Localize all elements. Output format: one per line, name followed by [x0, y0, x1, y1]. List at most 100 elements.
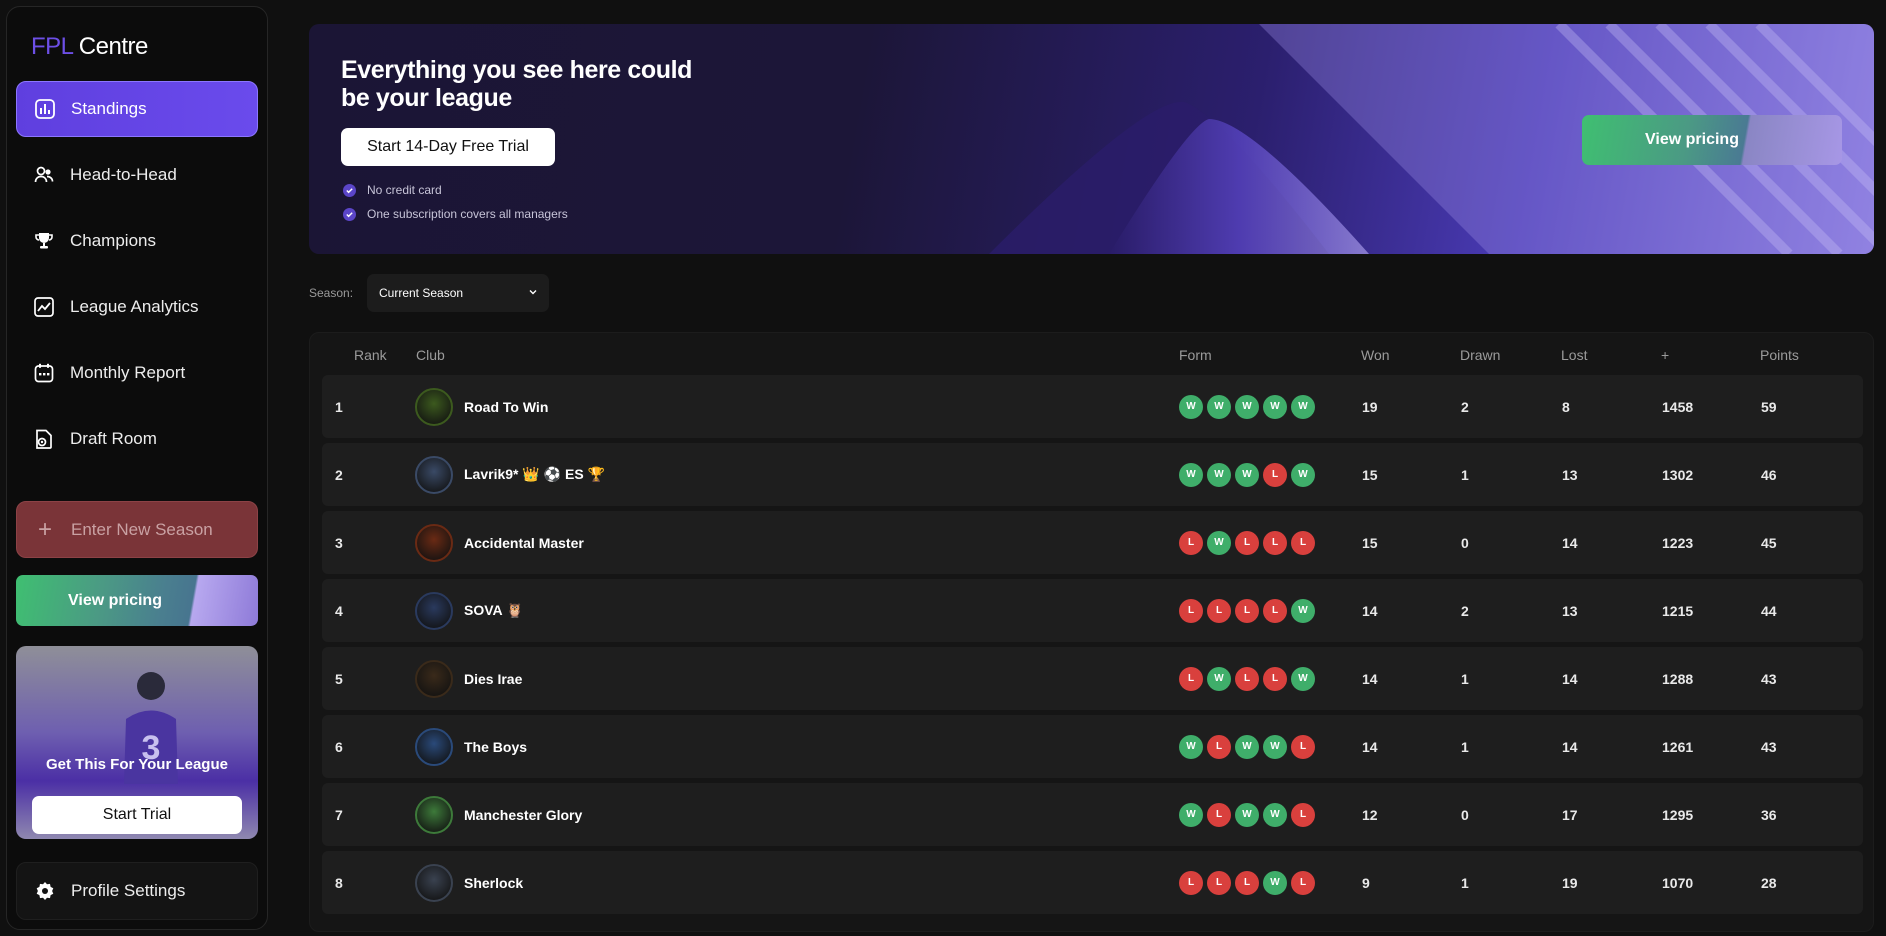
club-name: Manchester Glory: [464, 806, 583, 823]
sidebar-item-label: Standings: [71, 99, 147, 118]
header-plus[interactable]: +: [1661, 347, 1669, 363]
won-cell: 9: [1362, 874, 1370, 891]
header-form[interactable]: Form: [1179, 347, 1212, 363]
promo-card: 3 Get This For Your League Start Trial: [16, 646, 258, 839]
table-row[interactable]: 6 The Boys W L W W L 14 1 14 1261 43: [322, 715, 1863, 778]
enter-new-season-button[interactable]: + Enter New Season: [16, 501, 258, 558]
form-cell: WLWWL: [1179, 802, 1315, 827]
sidebar-item-league-analytics[interactable]: League Analytics: [16, 279, 258, 335]
season-select[interactable]: Current Season: [367, 274, 549, 312]
rank-cell: 8: [335, 874, 343, 891]
plus-cell: 1070: [1662, 874, 1694, 891]
form-win-badge: W: [1207, 394, 1231, 419]
sidebar-item-standings[interactable]: Standings: [16, 81, 258, 137]
sidebar-item-label: League Analytics: [70, 297, 199, 316]
profile-settings-button[interactable]: Profile Settings: [16, 862, 258, 920]
plus-icon: +: [37, 515, 52, 543]
season-select-value: Current Season: [379, 286, 464, 300]
form-cell: LLLWL: [1179, 870, 1315, 895]
header-points[interactable]: Points: [1760, 347, 1799, 363]
form-win-badge: W: [1263, 394, 1287, 419]
club-cell[interactable]: Road To Win: [415, 387, 549, 426]
sidebar: FPL Centre Standings Head-to-Head Champi…: [6, 6, 268, 930]
points-cell: 36: [1761, 806, 1777, 823]
form-win-badge: W: [1291, 598, 1315, 623]
points-cell: 59: [1761, 398, 1777, 415]
sidebar-item-draft-room[interactable]: Draft Room: [16, 411, 258, 467]
plus-cell: 1302: [1662, 466, 1694, 483]
table-row[interactable]: 5 Dies Irae L W L L W 14 1 14 1288 43: [322, 647, 1863, 710]
form-loss-badge: L: [1263, 462, 1287, 487]
form-cell: WLWWL: [1179, 734, 1315, 759]
users-icon: [34, 165, 54, 185]
club-badge-icon: [415, 455, 453, 494]
club-cell[interactable]: SOVA 🦉: [415, 591, 523, 630]
points-cell: 46: [1761, 466, 1777, 483]
form-win-badge: W: [1263, 802, 1287, 827]
sidebar-item-head-to-head[interactable]: Head-to-Head: [16, 147, 258, 203]
header-club[interactable]: Club: [416, 347, 445, 363]
sidebar-item-label: Draft Room: [70, 429, 157, 448]
hero-banner: Everything you see here could be your le…: [309, 24, 1874, 254]
club-name: Road To Win: [464, 398, 549, 415]
form-loss-badge: L: [1207, 802, 1231, 827]
form-win-badge: W: [1207, 666, 1231, 691]
promo-title: Get This For Your League: [46, 756, 228, 773]
plus-cell: 1458: [1662, 398, 1694, 415]
won-cell: 14: [1362, 670, 1378, 687]
plus-cell: 1215: [1662, 602, 1694, 619]
hero-bullet: One subscription covers all managers: [343, 207, 568, 221]
table-row[interactable]: 1 Road To Win W W W W W 19 2 8 1458 59: [322, 375, 1863, 438]
form-loss-badge: L: [1207, 870, 1231, 895]
club-cell[interactable]: Lavrik9* 👑 ⚽ ES 🏆: [415, 455, 605, 494]
points-cell: 44: [1761, 602, 1777, 619]
form-win-badge: W: [1291, 462, 1315, 487]
club-cell[interactable]: Accidental Master: [415, 523, 584, 562]
drawn-cell: 1: [1461, 670, 1469, 687]
table-row[interactable]: 2 Lavrik9* 👑 ⚽ ES 🏆 W W W L W 15 1 13 1302 46: [322, 443, 1863, 506]
rank-cell: 7: [335, 806, 343, 823]
form-win-badge: W: [1235, 734, 1259, 759]
table-row[interactable]: 4 SOVA 🦉 L L L L W 14 2 13 1215 44: [322, 579, 1863, 642]
hero-bullet-text: No credit card: [367, 183, 442, 197]
club-cell[interactable]: Manchester Glory: [415, 795, 583, 834]
table-header: Rank Club Form Won Drawn Lost + Points: [310, 333, 1873, 375]
won-cell: 14: [1362, 738, 1378, 755]
club-name: Accidental Master: [464, 534, 584, 551]
sidebar-item-champions[interactable]: Champions: [16, 213, 258, 269]
hero-bullet-text: One subscription covers all managers: [367, 207, 568, 221]
app-logo[interactable]: FPL Centre: [31, 33, 148, 61]
club-cell[interactable]: The Boys: [415, 727, 527, 766]
sidebar-item-monthly-report[interactable]: Monthly Report: [16, 345, 258, 401]
start-free-trial-button[interactable]: Start 14-Day Free Trial: [341, 128, 555, 166]
header-rank[interactable]: Rank: [354, 347, 387, 363]
club-name: Dies Irae: [464, 670, 523, 687]
profile-settings-label: Profile Settings: [71, 881, 186, 900]
points-cell: 28: [1761, 874, 1777, 891]
form-win-badge: W: [1235, 802, 1259, 827]
logo-main: Centre: [78, 33, 149, 60]
logo-accent: FPL: [31, 33, 73, 60]
start-trial-button[interactable]: Start Trial: [32, 796, 242, 834]
table-row[interactable]: 8 Sherlock L L L W L 9 1 19 1070 28: [322, 851, 1863, 914]
header-won[interactable]: Won: [1361, 347, 1390, 363]
club-name: Sherlock: [464, 874, 524, 891]
sidebar-view-pricing-button[interactable]: View pricing: [16, 575, 258, 626]
form-loss-badge: L: [1207, 598, 1231, 623]
club-cell[interactable]: Dies Irae: [415, 659, 523, 698]
hero-view-pricing-button[interactable]: View pricing: [1582, 115, 1842, 165]
header-drawn[interactable]: Drawn: [1460, 347, 1500, 363]
club-badge-icon: [415, 387, 453, 426]
header-lost[interactable]: Lost: [1561, 347, 1587, 363]
form-win-badge: W: [1179, 394, 1203, 419]
form-win-badge: W: [1179, 734, 1203, 759]
table-row[interactable]: 7 Manchester Glory W L W W L 12 0 17 1295 36: [322, 783, 1863, 846]
club-cell[interactable]: Sherlock: [415, 863, 524, 902]
form-loss-badge: L: [1179, 870, 1203, 895]
club-badge-icon: [415, 795, 453, 834]
form-win-badge: W: [1263, 870, 1287, 895]
table-row[interactable]: 3 Accidental Master L W L L L 15 0 14 1223 45: [322, 511, 1863, 574]
club-badge-icon: [415, 727, 453, 766]
standings-table: Rank Club Form Won Drawn Lost + Points 1…: [309, 332, 1874, 932]
drawn-cell: 2: [1461, 398, 1469, 415]
